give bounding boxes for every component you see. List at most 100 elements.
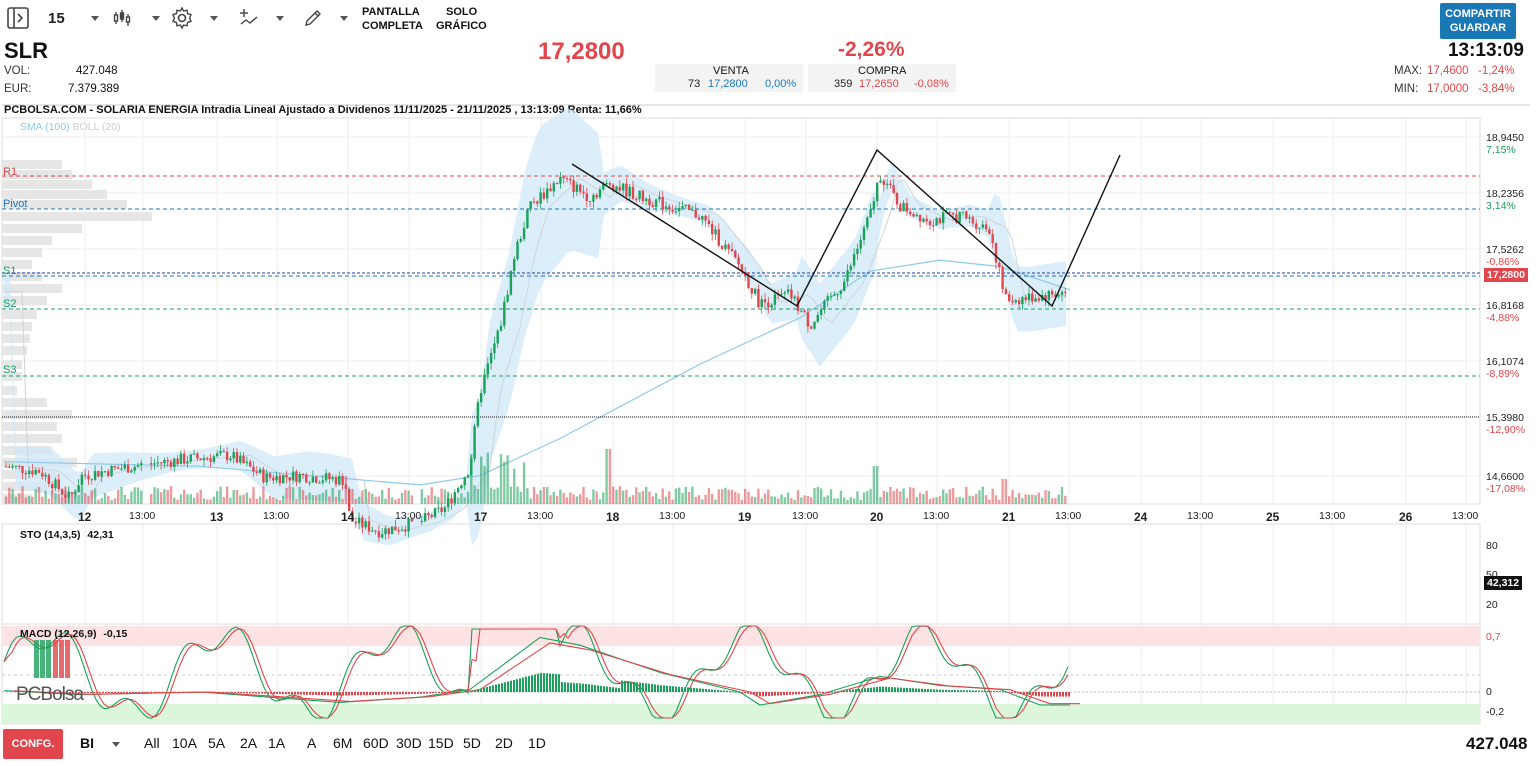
pivot-levels	[2, 175, 1480, 418]
time-axis-hour: 13:00	[1187, 510, 1214, 522]
range-2d-button[interactable]: 2D	[495, 735, 513, 751]
price-axis-percent: -4,88%	[1486, 312, 1520, 324]
macd-axis-top: 0,7	[1486, 631, 1501, 643]
range-5a-button[interactable]: 5A	[208, 735, 225, 751]
price-axis-percent: 3,14%	[1486, 200, 1516, 212]
max-value: 17,4600	[1427, 65, 1469, 77]
price-axis-value: 16,8168	[1486, 300, 1524, 312]
fullscreen-label-1: PANTALLA	[362, 6, 420, 18]
range-all-button[interactable]: All	[144, 735, 160, 751]
time-axis-hour: 13:00	[923, 510, 950, 522]
range-a-button[interactable]: A	[307, 735, 316, 751]
time-axis-hour: 13:00	[659, 510, 686, 522]
time-axis-day: 19	[738, 510, 752, 524]
euro-volume-value: 7.379.389	[68, 83, 120, 95]
macd-label: MACD (12,26,9)	[20, 628, 97, 640]
range-5d-button[interactable]: 5D	[463, 735, 481, 751]
config-button[interactable]: CONFG.	[3, 729, 63, 759]
time-axis-day: 24	[1134, 510, 1148, 524]
fullscreen-button[interactable]: PANTALLA COMPLETA	[362, 5, 423, 33]
logo-text: PCBolsa	[16, 684, 84, 705]
chevron-down-icon	[210, 15, 218, 21]
chevron-down-icon	[112, 741, 120, 747]
sell-orderbook: VENTA 73 17,2800 0,00%	[655, 64, 803, 92]
chevron-down-icon	[340, 15, 348, 21]
time-axis-hour: 13:00	[527, 510, 554, 522]
last-price: 17,2800	[538, 38, 625, 65]
sto-axis-80: 80	[1486, 540, 1498, 552]
price-axis-percent: -0,86%	[1486, 256, 1520, 268]
time-axis-day: 20	[870, 510, 884, 524]
sto-value-tag: 42,312	[1484, 576, 1523, 590]
macd-axis-bottom: -0,2	[1486, 706, 1505, 718]
time-axis-hour: 13:00	[1452, 510, 1479, 522]
chart-only-button[interactable]: SOLO GRÁFICO	[436, 5, 487, 33]
sell-label: VENTA	[713, 65, 749, 77]
ticker-symbol: SLR	[4, 38, 48, 63]
interval-select[interactable]: 15	[48, 4, 99, 32]
range-15d-button[interactable]: 15D	[428, 735, 454, 751]
time-axis-day: 17	[474, 510, 488, 524]
volume-label: VOL:	[4, 65, 31, 77]
time-axis-hour: 13:00	[395, 510, 422, 522]
fullscreen-label-2: COMPLETA	[362, 20, 423, 32]
gear-icon	[172, 6, 192, 30]
panel-toggle-icon	[7, 7, 29, 29]
sidebar-toggle-button[interactable]	[6, 4, 30, 32]
time-axis-hour: 13:00	[263, 510, 290, 522]
share-label: COMPARTIR	[1445, 8, 1511, 20]
price-axis-percent: -8,89%	[1486, 368, 1520, 380]
price-axis-value: 14,6600	[1486, 471, 1524, 483]
pcbolsa-logo: PCBolsa	[16, 640, 84, 705]
buy-qty: 359	[834, 78, 853, 90]
range-1a-button[interactable]: 1A	[268, 735, 285, 751]
chevron-down-icon	[152, 15, 160, 21]
price-axis-value: 18,2356	[1486, 188, 1524, 200]
chart-only-label-2: GRÁFICO	[436, 20, 487, 32]
chevron-down-icon	[90, 15, 99, 21]
max-percent: -1,24%	[1478, 65, 1515, 77]
settings-button[interactable]	[170, 4, 218, 32]
time-axis-hour: 13:00	[1055, 510, 1082, 522]
max-label: MAX:	[1394, 65, 1423, 77]
mode-label: BI	[80, 735, 94, 751]
chart-only-label-1: SOLO	[446, 6, 478, 18]
range-60d-button[interactable]: 60D	[363, 735, 389, 751]
time-axis-day: 13	[210, 510, 224, 524]
range-6m-button[interactable]: 6M	[333, 735, 352, 751]
range-2a-button[interactable]: 2A	[240, 735, 257, 751]
macd-value: -0,15	[103, 628, 128, 640]
indicators-icon	[240, 9, 258, 25]
price-axis-value: 18,9450	[1486, 132, 1524, 144]
sto-legend: STO (14,3,5) 42,31	[20, 529, 114, 541]
buy-orderbook: COMPRA 359 17,2650 -0,08%	[808, 64, 956, 92]
range-30d-button[interactable]: 30D	[396, 735, 422, 751]
macd-legend: MACD (12,26,9) -0,15	[20, 628, 127, 640]
macd-axis-zero: 0	[1486, 686, 1492, 698]
buy-price: 17,2650	[859, 78, 899, 90]
price-axis-percent: -12,90%	[1486, 424, 1526, 436]
change-percent: -2,26%	[838, 38, 905, 61]
sto-panel-frame	[1, 523, 1481, 625]
range-10a-button[interactable]: 10A	[172, 735, 197, 751]
stochastic-panel	[2, 625, 1480, 724]
indicators-button[interactable]	[238, 4, 284, 32]
mode-select[interactable]: BI	[80, 735, 120, 751]
euro-volume-label: EUR:	[4, 83, 32, 95]
chevron-down-icon	[276, 15, 284, 21]
time-axis-hour: 13:00	[129, 510, 156, 522]
logo-bars-icon	[34, 640, 70, 678]
price-axis-value: 17,5262	[1486, 244, 1524, 256]
share-save-button[interactable]: COMPARTIR GUARDAR	[1440, 3, 1516, 39]
min-percent: -3,84%	[1478, 83, 1515, 95]
bottom-toolbar: CONFG. BI All 10A 5A 2A 1A A 6M 60D 30D 15D 5D 2D 1D…	[0, 725, 1536, 761]
sto-axis-20: 20	[1486, 599, 1498, 611]
drawing-tools-button[interactable]	[302, 4, 348, 32]
range-1d-button[interactable]: 1D	[528, 735, 546, 751]
price-axis-value: 16,1074	[1486, 356, 1524, 368]
time-axis-hour: 13:00	[1319, 510, 1346, 522]
chart-type-select[interactable]	[112, 4, 160, 32]
time-axis-hour: 13:00	[792, 510, 819, 522]
price-chart[interactable]	[0, 100, 1536, 725]
time-axis-day: 25	[1266, 510, 1280, 524]
